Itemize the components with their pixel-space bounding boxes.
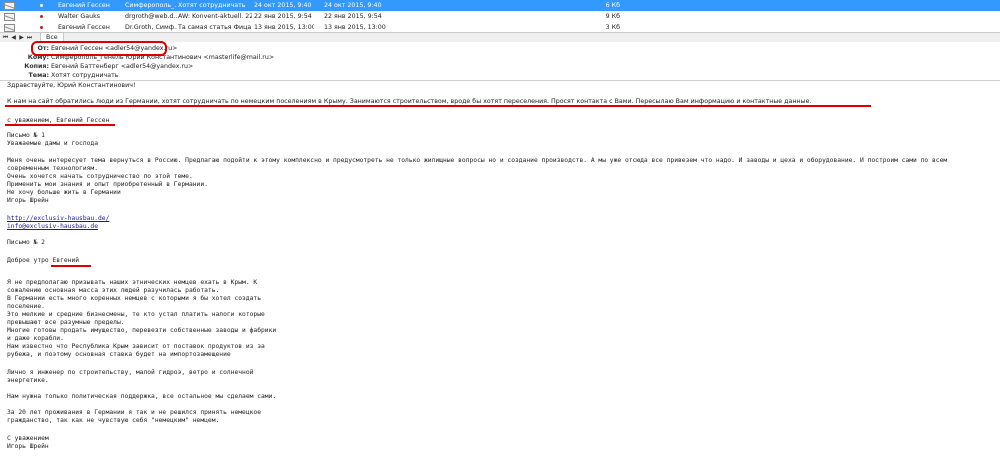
letter1-paragraph: Очень хочется начать сотрудничество по э… xyxy=(7,173,193,180)
subject-label: Тема: xyxy=(28,72,49,79)
email-link[interactable]: info@exclusiv-hausbau.de xyxy=(7,223,98,230)
letter2-greeting-name: Евгений xyxy=(52,257,80,264)
website-link[interactable]: http://exclusiv-hausbau.de/ xyxy=(7,215,109,222)
letter2-regards: С уважением xyxy=(7,435,49,442)
regards-underline-annotation xyxy=(5,124,115,126)
message-date-sent: 22 янв 2015, 9:54 xyxy=(254,13,312,20)
letter1-salutation: Уважаемые дамы и господа xyxy=(7,140,98,147)
message-size: 6 Кб xyxy=(605,2,620,9)
letter2-paragraph: энергетике. xyxy=(7,377,49,384)
letter1-paragraph: Применить мои знания и опыт приобретенны… xyxy=(7,181,208,188)
letter1-signature: Игорь Шрейн xyxy=(7,197,49,204)
letter2-line: Нам известно что Республика Крым зависит… xyxy=(7,343,265,350)
intro-underline-annotation xyxy=(5,105,871,107)
message-list: Евгений Гессен Симферополь_... Хотят сот… xyxy=(0,0,1000,33)
cc-label: Копия: xyxy=(24,63,49,70)
letter2-line: Это мелкие и средние бизнесмены, те кто … xyxy=(7,311,265,318)
message-date-sent: 24 окт 2015, 9:40 xyxy=(254,2,312,9)
message-subject: Хотят сотрудничать xyxy=(178,2,246,9)
message-subject: AW: Konvent-aktuell. 22.0... xyxy=(178,13,252,20)
letter1-title: Письмо № 1 xyxy=(7,132,45,139)
letter1-paragraph: Меня очень интересует тема вернуться в Р… xyxy=(7,157,948,164)
unread-dot-icon xyxy=(40,4,43,7)
letter2-paragraph: гражданство, так как не чувствую себя "н… xyxy=(7,417,220,424)
letter2-title: Письмо № 2 xyxy=(7,239,45,246)
message-date-received: 22 янв 2015, 9:54 xyxy=(324,13,382,20)
from-highlight-annotation xyxy=(31,41,167,56)
body-greeting: Здравствуйте, Юрий Константинович! xyxy=(7,82,136,89)
letter2-greeting: Доброе утро Евгений xyxy=(7,257,79,265)
letter2-greeting-prefix: Доброе утро xyxy=(7,257,53,264)
message-date-received: 24 окт 2015, 9:40 xyxy=(324,2,382,9)
message-recipient: Симферополь_... xyxy=(125,2,177,9)
letter2-line: и даже корабли. xyxy=(7,335,64,342)
header-cc-row: Копия: Евгений Баттенберг <adler54@yande… xyxy=(0,62,1000,71)
message-size: 9 Кб xyxy=(605,13,620,20)
header-divider xyxy=(0,80,1000,81)
last-page-icon[interactable]: ⏭ xyxy=(26,34,33,41)
message-row[interactable]: Walter Gauks drgroth@web.d... AW: Konven… xyxy=(0,11,1000,22)
message-from: Walter Gauks xyxy=(58,13,101,20)
unread-dot-icon xyxy=(40,26,43,29)
unread-dot-icon xyxy=(40,15,43,18)
letter2-line: превышают все разумные пределы. xyxy=(7,319,125,326)
envelope-icon xyxy=(3,1,15,10)
letter2-signature: Игорь Шрейн xyxy=(7,443,49,450)
subject-value: Хотят сотрудничать xyxy=(51,72,119,79)
header-subject-row: Тема: Хотят сотрудничать xyxy=(0,71,1000,80)
letter2-line: поселение. xyxy=(7,303,45,310)
message-row[interactable]: Евгений Гессен Симферополь_... Хотят сот… xyxy=(0,0,1000,11)
greeting-name-underline-annotation xyxy=(51,265,91,267)
envelope-icon xyxy=(3,23,15,32)
message-recipient: drgroth@web.d... xyxy=(125,13,177,20)
letter2-paragraph: Нам нужна только политическая поддержка,… xyxy=(7,393,277,400)
message-from: Евгений Гессен xyxy=(58,2,110,9)
message-body: Здравствуйте, Юрий Константинович! К нам… xyxy=(5,82,997,456)
letter2-paragraph: За 20 лет проживания в Германии я так и … xyxy=(7,409,262,416)
letter2-line: В Германии есть много коренных немцев с … xyxy=(7,295,262,302)
letter2-line: сожалению основная масса этих людей разу… xyxy=(7,287,220,294)
letter1-paragraph: Не хочу больше жить в Германии xyxy=(7,189,121,196)
letter2-line: рубежа, и поэтому основная ставка будет … xyxy=(7,351,231,358)
next-page-icon[interactable]: ▶ xyxy=(18,34,25,41)
letter2-line: Многие готовы продать имущество, перевез… xyxy=(7,327,277,334)
letter2-paragraph: Лично я инженер по строительству, малой … xyxy=(7,369,254,376)
cc-value[interactable]: Евгений Баттенберг <adler54@yandex.ru> xyxy=(51,62,193,71)
envelope-icon xyxy=(3,12,15,21)
first-page-icon[interactable]: ⏮ xyxy=(2,34,9,41)
letter2-line: Я не предполагаю призывать наших этничес… xyxy=(7,279,258,286)
letter1-paragraph: современным технологиям. xyxy=(7,165,98,172)
prev-page-icon[interactable]: ◀ xyxy=(10,34,17,41)
